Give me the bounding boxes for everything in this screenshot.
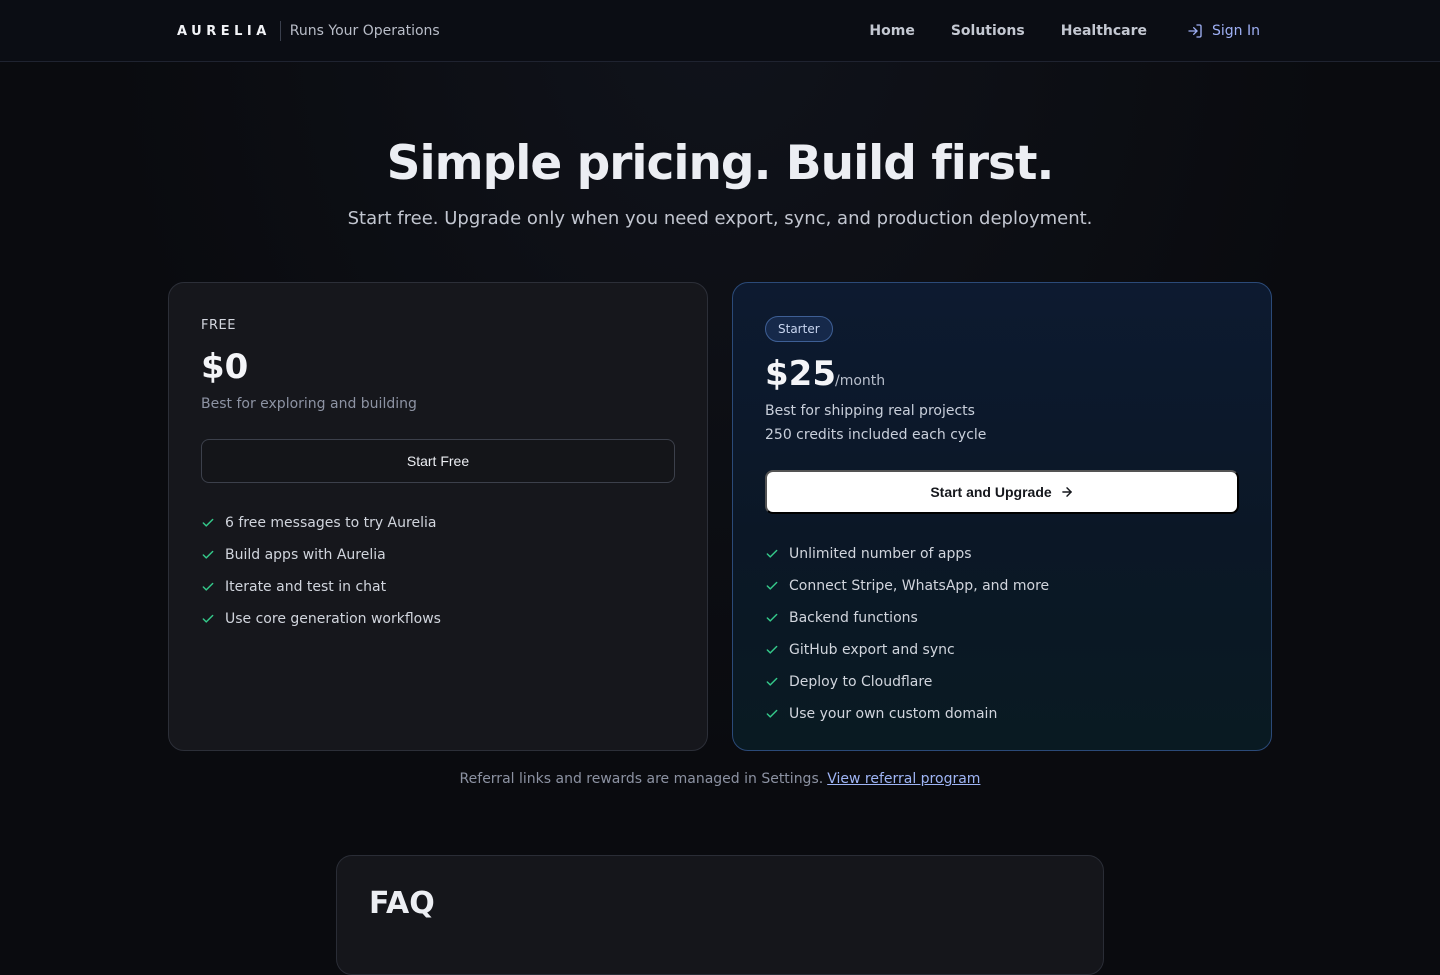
feature-list: 6 free messages to try Aurelia Build app… (201, 507, 441, 635)
feature-item: Iterate and test in chat (201, 571, 441, 603)
plan-period: /month (835, 373, 886, 389)
top-header: AURELIA Runs Your Operations Home Soluti… (0, 0, 1440, 62)
feature-text: Use your own custom domain (789, 706, 998, 722)
page-title: Simple pricing. Build first. (386, 136, 1055, 191)
plan-card-starter: Starter $25 /month Best for shipping rea… (732, 282, 1272, 751)
feature-text: GitHub export and sync (789, 642, 955, 658)
nav-link-solutions[interactable]: Solutions (951, 23, 1025, 39)
nav-link-healthcare[interactable]: Healthcare (1061, 23, 1147, 39)
plan-description: Best for shipping real projects (765, 403, 975, 419)
feature-text: Backend functions (789, 610, 918, 626)
plan-card-free: FREE $0 Best for exploring and building … (168, 282, 708, 751)
plan-label: FREE (201, 318, 236, 333)
feature-text: Use core generation workflows (225, 611, 441, 627)
check-icon (766, 549, 778, 558)
check-icon (202, 582, 214, 591)
feature-text: 6 free messages to try Aurelia (225, 515, 437, 531)
feature-list: Unlimited number of apps Connect Stripe,… (765, 538, 1049, 730)
check-icon (202, 518, 214, 527)
sign-in-icon (1188, 24, 1202, 38)
nav-link-home[interactable]: Home (869, 23, 914, 39)
start-free-button[interactable]: Start Free (201, 439, 675, 483)
check-icon (202, 550, 214, 559)
referral-note: Referral links and rewards are managed i… (0, 771, 1440, 787)
referral-program-link[interactable]: View referral program (827, 771, 980, 787)
plan-description: Best for exploring and building (201, 396, 417, 412)
feature-item: GitHub export and sync (765, 634, 1049, 666)
feature-item: Deploy to Cloudflare (765, 666, 1049, 698)
feature-text: Deploy to Cloudflare (789, 674, 933, 690)
feature-item: Unlimited number of apps (765, 538, 1049, 570)
page-subtitle: Start free. Upgrade only when you need e… (347, 208, 1093, 229)
feature-item: Use your own custom domain (765, 698, 1049, 730)
sign-in-link[interactable]: Sign In (1187, 23, 1260, 39)
main-nav: Home Solutions Healthcare Sign In (833, 20, 1260, 42)
check-icon (766, 645, 778, 654)
check-icon (766, 677, 778, 686)
check-icon (766, 709, 778, 718)
plan-price: $25 (765, 354, 836, 394)
faq-title: FAQ (369, 886, 435, 921)
feature-text: Iterate and test in chat (225, 579, 387, 595)
feature-item: Build apps with Aurelia (201, 539, 441, 571)
feature-text: Build apps with Aurelia (225, 547, 386, 563)
start-upgrade-label: Start and Upgrade (930, 484, 1052, 500)
brand[interactable]: AURELIA Runs Your Operations (177, 20, 440, 42)
brand-logo: AURELIA (177, 23, 271, 39)
check-icon (202, 614, 214, 623)
check-icon (766, 613, 778, 622)
plan-price: $0 (201, 347, 249, 387)
plan-badge: Starter (765, 316, 833, 342)
sign-in-label: Sign In (1212, 23, 1260, 39)
feature-text: Connect Stripe, WhatsApp, and more (789, 578, 1050, 594)
referral-text: Referral links and rewards are managed i… (459, 771, 824, 787)
feature-item: Use core generation workflows (201, 603, 441, 635)
feature-item: Backend functions (765, 602, 1049, 634)
check-icon (766, 581, 778, 590)
brand-divider (279, 21, 281, 41)
plan-credits: 250 credits included each cycle (765, 427, 987, 443)
arrow-right-icon (1061, 487, 1072, 497)
feature-text: Unlimited number of apps (789, 546, 972, 562)
feature-item: 6 free messages to try Aurelia (201, 507, 441, 539)
start-upgrade-button[interactable]: Start and Upgrade (765, 470, 1239, 514)
brand-tagline: Runs Your Operations (289, 23, 440, 39)
faq-section: FAQ (336, 855, 1104, 975)
feature-item: Connect Stripe, WhatsApp, and more (765, 570, 1049, 602)
